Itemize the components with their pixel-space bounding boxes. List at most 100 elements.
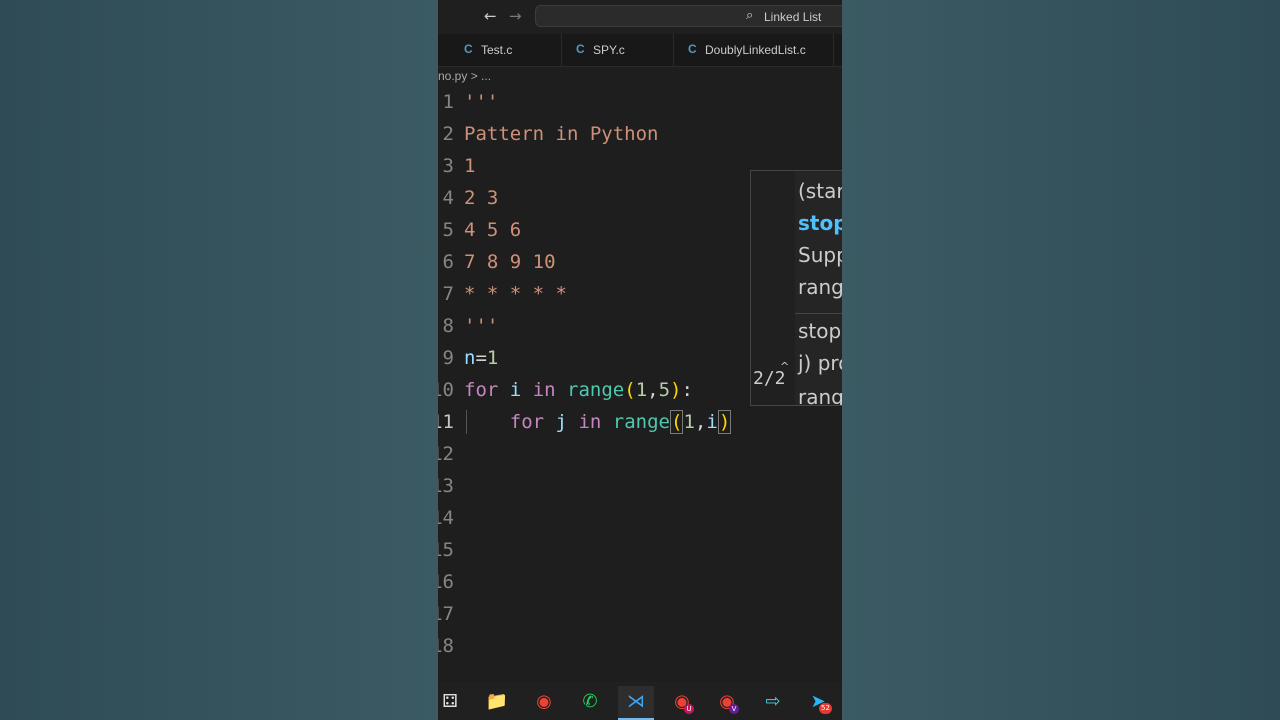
line-number: 6 <box>442 251 454 273</box>
line-number: 18 <box>438 635 454 657</box>
remote-app-button[interactable]: ⇨ <box>755 686 791 720</box>
tab-label: SPY.c <box>593 43 625 57</box>
code-token: for <box>509 411 545 433</box>
vscode-button[interactable]: ⋊ <box>618 686 654 720</box>
code-token: range <box>567 379 625 401</box>
code-text: ''' <box>464 315 499 337</box>
code-line: 2 Pattern in Python <box>438 118 842 150</box>
line-number: 17 <box>438 603 454 625</box>
chrome-profile-v-button[interactable]: ◉ V <box>709 686 745 720</box>
code-token: ( <box>670 410 684 434</box>
code-text: 2 3 <box>464 187 499 209</box>
signature-text: (start <box>798 179 842 203</box>
code-token: = <box>475 347 487 369</box>
code-line: 1 ''' <box>438 86 842 118</box>
code-text: for j in range(1,i) <box>464 406 732 438</box>
tab-label: Test.c <box>481 43 513 57</box>
file-explorer-button[interactable]: 📁 <box>479 686 515 720</box>
line-number: 8 <box>442 315 454 337</box>
code-line: 17 <box>438 598 842 630</box>
code-token: , <box>647 379 659 401</box>
code-token: 1 <box>683 411 695 433</box>
code-text: * * * * * <box>464 283 567 305</box>
code-line: 14 <box>438 502 842 534</box>
code-token: 1 <box>486 347 499 369</box>
search-icon: ⌕ <box>746 8 754 23</box>
remote-app-icon: ⇨ <box>765 691 781 712</box>
parameter-hint-popup[interactable]: (start stop Supports range stop j) produ… <box>750 170 842 406</box>
code-token: for <box>464 379 499 401</box>
code-line: 15 <box>438 534 842 566</box>
code-text: Pattern in Python <box>464 123 659 145</box>
line-number: 3 <box>442 155 454 177</box>
doc-text: range <box>798 275 842 299</box>
code-line-current: 11 for j in range(1,i) <box>438 406 842 438</box>
tab-test-c[interactable]: C Test.c <box>454 34 562 66</box>
notification-badge: 52 <box>819 703 832 714</box>
line-number: 12 <box>438 443 454 465</box>
code-text: 7 8 9 10 <box>464 251 556 273</box>
line-number: 1 <box>442 91 454 113</box>
command-center-search[interactable]: ⌕ Linked List <box>535 5 842 27</box>
task-view-button[interactable]: ⚃ <box>438 686 468 720</box>
whatsapp-button[interactable]: ✆ <box>572 686 608 720</box>
line-number: 9 <box>442 347 454 369</box>
overload-counter[interactable]: 2/2 <box>753 368 786 390</box>
doc-text: j) produces <box>798 351 842 375</box>
vscode-window: ← → ⌕ Linked List C Test.c C SPY.c C Dou… <box>438 0 842 720</box>
c-file-icon: C <box>464 42 473 56</box>
code-token: ) <box>670 379 682 401</box>
code-text: n=1 <box>464 342 498 374</box>
doc-text: range <box>798 385 842 406</box>
line-number: 14 <box>438 507 454 529</box>
doc-text: Supports <box>798 243 842 267</box>
whatsapp-icon: ✆ <box>582 691 598 712</box>
profile-badge: U <box>684 704 694 714</box>
code-token: n <box>464 347 476 369</box>
tab-doublylinkedlist-c[interactable]: C DoublyLinkedList.c <box>678 34 834 66</box>
doc-text: stop <box>798 319 842 343</box>
left-backdrop <box>0 0 438 720</box>
tab-spy-c[interactable]: C SPY.c <box>566 34 674 66</box>
chrome-profile-u-button[interactable]: ◉ U <box>664 686 700 720</box>
code-token: 5 <box>658 379 671 401</box>
divider <box>795 313 842 314</box>
chrome-icon: ◉ <box>536 691 552 712</box>
chrome-button[interactable]: ◉ <box>526 686 562 720</box>
code-token: , <box>694 411 707 433</box>
forward-arrow-icon[interactable]: → <box>509 7 522 25</box>
line-number: 16 <box>438 571 454 593</box>
code-token: : <box>681 379 693 401</box>
profile-badge: V <box>729 704 739 714</box>
telegram-button[interactable]: ➤ 52 <box>800 686 836 720</box>
title-bar: ← → ⌕ Linked List <box>438 0 842 34</box>
taskbar: ⚃ 📁 ◉ ✆ ⋊ ◉ U ◉ V ⇨ ➤ 52 <box>438 682 842 720</box>
code-token: in <box>532 379 556 401</box>
breadcrumb[interactable]: no.py > ... <box>438 68 491 84</box>
code-token: range <box>612 411 670 433</box>
back-arrow-icon[interactable]: ← <box>484 7 497 25</box>
code-token: i <box>509 379 522 401</box>
code-line: 18 <box>438 630 842 662</box>
line-number: 11 <box>438 411 454 433</box>
line-number: 2 <box>442 123 454 145</box>
line-number: 5 <box>442 219 454 241</box>
code-text: for i in range(1,5): <box>464 374 693 406</box>
task-view-icon: ⚃ <box>442 691 458 712</box>
line-number: 15 <box>438 539 454 561</box>
code-line: 12 <box>438 438 842 470</box>
code-line: 13 <box>438 470 842 502</box>
search-text: Linked List <box>764 10 822 24</box>
code-token: 1 <box>635 379 648 401</box>
line-number: 4 <box>442 187 454 209</box>
c-file-icon: C <box>688 42 697 56</box>
code-token: i <box>706 411 718 433</box>
code-text: ''' <box>464 91 499 113</box>
file-explorer-icon: 📁 <box>485 691 509 712</box>
line-number: 10 <box>438 379 454 401</box>
c-file-icon: C <box>576 42 585 56</box>
active-parameter: stop <box>798 211 842 235</box>
code-token: in <box>578 411 602 433</box>
tab-label: DoublyLinkedList.c <box>705 43 806 57</box>
line-number: 7 <box>442 283 454 305</box>
